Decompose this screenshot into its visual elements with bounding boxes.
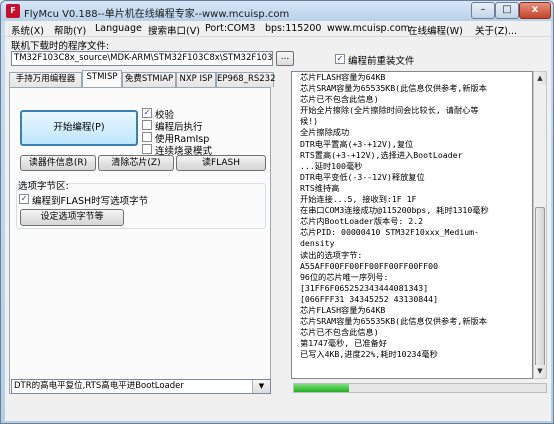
log-line: [066FFF31 34345252 43130844] bbox=[300, 293, 439, 304]
menu-port[interactable]: Port:COM3 bbox=[205, 23, 255, 34]
tab-handheld-programmer[interactable]: 手持万用编程器 bbox=[9, 72, 82, 87]
reload-file-label: 编程前重装文件 bbox=[348, 56, 415, 67]
option-byte-label: 选项字节区: bbox=[18, 181, 69, 192]
stmisp-panel: 开始编程(P) ✓ 校验 编程后执行 使用RamIsp 连续烧录模式 读器件信息… bbox=[9, 87, 271, 394]
read-flash-button[interactable]: 读FLASH bbox=[176, 155, 266, 171]
log-line: ...延时100毫秒 bbox=[300, 160, 363, 171]
log-line: 芯片PID: 00000410 STM32F10xxx_Medium- bbox=[300, 227, 480, 238]
scroll-up-icon[interactable]: ▲ bbox=[534, 72, 546, 85]
tab-free-stmiap[interactable]: 免费STMIAP bbox=[122, 72, 176, 87]
menu-language[interactable]: Language bbox=[95, 23, 142, 34]
client-area: 系统(X) 帮助(Y) Language 搜索串口(V) Port:COM3 b… bbox=[5, 21, 551, 421]
log-line: 已写入4KB,进度22%,耗时10234毫秒 bbox=[300, 349, 438, 360]
status-bar bbox=[5, 397, 551, 421]
write-option-byte-checkbox[interactable]: ✓ bbox=[19, 194, 29, 204]
menu-bar: 系统(X) 帮助(Y) Language 搜索串口(V) Port:COM3 b… bbox=[5, 21, 551, 37]
log-line: 芯片FLASH容量为64KB bbox=[300, 304, 386, 315]
minimize-button[interactable]: – bbox=[471, 2, 495, 19]
tab-ep968[interactable]: EP968_RS232 bbox=[216, 72, 276, 87]
scroll-down-icon[interactable]: ▼ bbox=[534, 365, 546, 378]
start-program-button[interactable]: 开始编程(P) bbox=[20, 110, 138, 146]
menu-help[interactable]: 帮助(Y) bbox=[54, 23, 86, 37]
log-line: 第1747毫秒, 已准备好 bbox=[300, 338, 387, 349]
log-line: 候!) bbox=[300, 116, 319, 127]
log-line: 开始全片擦除(全片擦除时间会比较长, 请耐心等 bbox=[300, 105, 479, 116]
log-line: RTS置高(+3-+12V),选择进入BootLoader bbox=[300, 149, 463, 160]
reset-mode-select[interactable]: DTR的高电平复位,RTS高电平进BootLoader bbox=[11, 379, 271, 394]
continuous-burn-checkbox[interactable] bbox=[142, 144, 152, 154]
log-output[interactable]: 芯片FLASH容量为64KB 芯片SRAM容量为65535KB(此信息仅供参考,新… bbox=[291, 71, 533, 379]
tab-nxp-isp[interactable]: NXP ISP bbox=[176, 72, 216, 87]
maximize-button[interactable]: □ bbox=[495, 2, 519, 19]
window-title: FlyMcu V0.188--单片机在线编程专家--www.mcuisp.com bbox=[24, 9, 290, 20]
log-line: A55AFF00FF00FF00FF00FF00FF00 bbox=[300, 260, 439, 271]
log-line: 开始连接...5, 接收到:1F 1F bbox=[300, 194, 417, 205]
log-line: 芯片已不包含此信息) bbox=[300, 94, 379, 105]
run-after-program-checkbox[interactable] bbox=[142, 120, 152, 130]
progress-bar bbox=[293, 383, 547, 393]
close-button[interactable]: x bbox=[519, 2, 551, 19]
log-line: 全片擦除成功 bbox=[300, 127, 350, 138]
log-line: 芯片已不包含此信息) bbox=[300, 327, 379, 338]
log-line: 芯片SRAM容量为65535KB(此信息仅供参考,新版本 bbox=[300, 83, 487, 94]
log-line: 芯片FLASH容量为64KB bbox=[300, 72, 386, 82]
tab-stmisp[interactable]: STMISP bbox=[82, 70, 122, 87]
use-ramisp-checkbox[interactable] bbox=[142, 132, 152, 142]
log-line: density bbox=[300, 238, 335, 249]
read-device-info-button[interactable]: 读器件信息(R) bbox=[20, 155, 96, 171]
log-line: RTS维持高 bbox=[300, 182, 340, 193]
reload-file-checkbox[interactable]: ✓ bbox=[335, 54, 345, 64]
set-option-byte-button[interactable]: 设定选项字节等 bbox=[20, 209, 124, 226]
log-line: 读出的选项字节: bbox=[300, 249, 363, 260]
file-path-input[interactable]: TM32F103C8x_source\MDK-ARM\STM32F103C8x\… bbox=[11, 51, 273, 66]
app-window: F FlyMcu V0.188--单片机在线编程专家--www.mcuisp.c… bbox=[0, 0, 554, 424]
file-path-label: 联机下载时的程序文件: bbox=[11, 41, 110, 52]
log-line: DTR电平变低(-3--12V)释放复位 bbox=[300, 171, 425, 182]
chevron-down-icon[interactable]: ▼ bbox=[252, 380, 270, 393]
write-option-byte-label: 编程到FLASH时写选项字节 bbox=[32, 196, 149, 207]
log-line: [31FF6F065252343444081343] bbox=[300, 282, 429, 293]
log-line: 在串口COM3连接成功@115200bps, 耗时1310毫秒 bbox=[300, 205, 489, 216]
log-line: 芯片内BootLoader版本号: 2.2 bbox=[300, 216, 424, 227]
browse-button[interactable]: ... bbox=[276, 51, 294, 66]
menu-system[interactable]: 系统(X) bbox=[11, 23, 44, 37]
scroll-thumb[interactable] bbox=[535, 207, 545, 367]
verify-checkbox[interactable]: ✓ bbox=[142, 108, 152, 118]
progress-fill bbox=[294, 384, 350, 392]
title-bar[interactable]: F FlyMcu V0.188--单片机在线编程专家--www.mcuisp.c… bbox=[1, 1, 553, 21]
menu-search-port[interactable]: 搜索串口(V) bbox=[148, 23, 200, 37]
menu-website[interactable]: www.mcuisp.com bbox=[327, 23, 410, 34]
log-line: 96位的芯片唯一序列号: bbox=[300, 271, 389, 282]
log-line: 芯片SRAM容量为65535KB(此信息仅供参考,新版本 bbox=[300, 316, 487, 327]
fly-app-icon: F bbox=[6, 4, 20, 18]
log-line: DTR电平置高(+3-+12V),复位 bbox=[300, 138, 414, 149]
menu-online-program[interactable]: 在线编程(W) bbox=[408, 23, 463, 37]
menu-bps[interactable]: bps:115200 bbox=[265, 23, 321, 34]
erase-chip-button[interactable]: 清除芯片(Z) bbox=[98, 155, 174, 171]
menu-about[interactable]: 关于(Z)... bbox=[475, 23, 517, 37]
log-scrollbar[interactable]: ▲ ▼ bbox=[533, 71, 547, 379]
